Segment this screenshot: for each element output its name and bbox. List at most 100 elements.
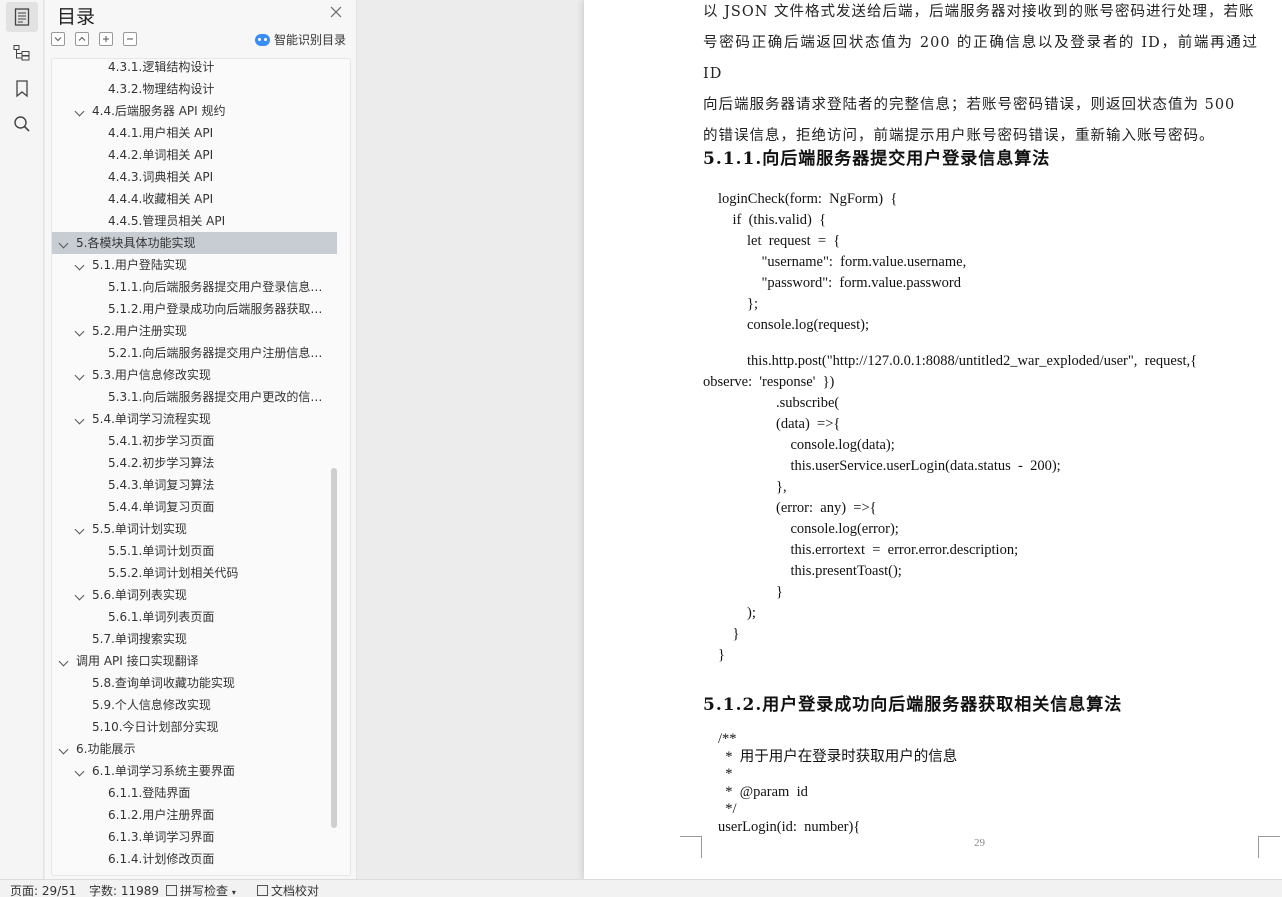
expand-all-icon[interactable] [99, 32, 113, 46]
chevron-down-icon[interactable] [58, 656, 69, 667]
toc-item[interactable]: 6.1.1.登陆界面 [52, 782, 337, 804]
collapse-all-icon[interactable] [123, 32, 137, 46]
toc-item[interactable]: 4.4.2.单词相关 API [52, 144, 337, 166]
proofread-toggle[interactable]: 文档校对 [257, 882, 319, 897]
toc-item[interactable]: 5.9.个人信息修改实现 [52, 694, 337, 716]
code-line: * 用于用户在登录时获取用户的信息 [718, 748, 958, 765]
chevron-down-icon: ▾ [231, 888, 236, 897]
toc-item[interactable]: 6.1.2.用户注册界面 [52, 804, 337, 826]
code-line: if (this.valid) { [718, 212, 827, 228]
chevron-down-icon[interactable] [74, 326, 85, 337]
code-line: console.log(error); [718, 520, 899, 537]
document-outline-icon[interactable] [6, 2, 38, 32]
bookmark-icon[interactable] [6, 74, 38, 104]
toc-item[interactable]: 6.1.3.单词学习界面 [52, 826, 337, 848]
code-line: */ [718, 801, 737, 817]
toc-item[interactable]: 5.1.用户登陆实现 [52, 254, 337, 276]
toc-item[interactable]: 4.4.3.词典相关 API [52, 166, 337, 188]
toc-item[interactable]: 4.3.2.物理结构设计 [52, 78, 337, 100]
toc-item[interactable]: 4.4.1.用户相关 API [52, 122, 337, 144]
toc-item[interactable]: 6.功能展示 [52, 738, 337, 760]
toc-item-label: 4.4.3.词典相关 API [108, 170, 214, 184]
toc-item[interactable]: 5.10.今日计划部分实现 [52, 716, 337, 738]
chevron-down-icon[interactable] [74, 524, 85, 535]
toc-item[interactable]: 调用 API 接口实现翻译 [52, 650, 337, 672]
page-corner-mark [1258, 836, 1280, 858]
toc-item-label: 4.3.1.逻辑结构设计 [108, 60, 215, 74]
close-icon[interactable] [328, 4, 344, 20]
collapse-down-icon[interactable] [51, 32, 65, 46]
code-line: loginCheck(form: NgForm) { [718, 191, 898, 207]
toc-item[interactable]: 5.5.1.单词计划页面 [52, 540, 337, 562]
code-line: userLogin(id: number){ [718, 818, 861, 835]
toc-item-label: 5.5.2.单词计划相关代码 [108, 566, 239, 580]
chevron-down-icon[interactable] [58, 744, 69, 755]
toc-item[interactable]: 4.3.1.逻辑结构设计 [52, 59, 337, 78]
toc-item-label: 5.5.1.单词计划页面 [108, 544, 215, 558]
toc-list: 4.3.1.逻辑结构设计 4.3.2.物理结构设计 4.4.后端服务器 API 规约… [52, 59, 337, 870]
toc-item[interactable]: 5.4.单词学习流程实现 [52, 408, 337, 430]
toc-item[interactable]: 5.8.查询单词收藏功能实现 [52, 672, 337, 694]
word-count[interactable]: 字数: 11989 [89, 882, 159, 897]
section-heading: 5.1.1.向后端服务器提交用户登录信息算法 [703, 149, 1051, 169]
toc-item[interactable]: 5.1.1.向后端服务器提交用户登录信息算法 [52, 276, 337, 298]
code-line: .subscribe( [718, 394, 840, 411]
toc-item[interactable]: 5.1.2.用户登录成功向后端服务器获取相关信息算法 [52, 298, 337, 320]
robot-icon [255, 33, 270, 46]
code-line: this.userService.userLogin(data.status -… [718, 457, 1061, 474]
toc-item-label: 4.3.2.物理结构设计 [108, 82, 215, 96]
toc-item-label: 6.1.1.登陆界面 [108, 786, 191, 800]
chevron-down-icon[interactable] [74, 590, 85, 601]
toc-item[interactable]: 4.4.5.管理员相关 API [52, 210, 337, 232]
toc-item[interactable]: 5.4.1.初步学习页面 [52, 430, 337, 452]
code-block: loginCheck(form: NgForm) { if (this.vali… [703, 189, 1198, 666]
toc-item[interactable]: 6.1.单词学习系统主要界面 [52, 760, 337, 782]
toc-item[interactable]: 5.3.用户信息修改实现 [52, 364, 337, 386]
code-line: "password": form.value.password [718, 275, 962, 291]
search-icon[interactable] [6, 109, 38, 139]
toc-item[interactable]: 5.6.1.单词列表页面 [52, 606, 337, 628]
code-line: ); [718, 604, 756, 621]
collapse-up-icon[interactable] [75, 32, 89, 46]
toc-item[interactable]: 4.4.4.收藏相关 API [52, 188, 337, 210]
chevron-down-icon[interactable] [58, 238, 69, 249]
toc-item[interactable]: 5.4.4.单词复习页面 [52, 496, 337, 518]
spell-check-toggle[interactable]: 拼写检查 ▾ [166, 882, 236, 897]
toc-item-label: 5.10.今日计划部分实现 [92, 720, 219, 734]
toc-item[interactable]: 5.5.单词计划实现 [52, 518, 337, 540]
toc-item[interactable]: 5.7.单词搜索实现 [52, 628, 337, 650]
document-page: 以 JSON 文件格式发送给后端，后端服务器对接收到的账号密码进行处理，若账 号… [584, 0, 1282, 879]
toc-item[interactable]: 5.3.1.向后端服务器提交用户更改的信息算法 [52, 386, 337, 408]
toc-item-label: 5.1.1.向后端服务器提交用户登录信息算法 [108, 280, 335, 294]
tree-outline-icon[interactable] [6, 38, 38, 68]
toc-item[interactable]: 5.4.3.单词复习算法 [52, 474, 337, 496]
code-line: this.http.post("http://127.0.0.1:8088/un… [718, 352, 1198, 369]
toc-item[interactable]: 5.4.2.初步学习算法 [52, 452, 337, 474]
chevron-down-icon[interactable] [74, 766, 85, 777]
toc-item-label: 5.4.2.初步学习算法 [108, 456, 215, 470]
chevron-down-icon[interactable] [74, 370, 85, 381]
toc-item[interactable]: 4.4.后端服务器 API 规约 [52, 100, 337, 122]
toc-item-label: 6.1.3.单词学习界面 [108, 830, 215, 844]
smart-toc-button[interactable]: 智能识别目录 [255, 31, 346, 48]
chevron-down-icon[interactable] [74, 414, 85, 425]
toc-item-label: 5.7.单词搜索实现 [92, 632, 187, 646]
toc-item-label: 6.1.4.计划修改页面 [108, 852, 215, 866]
status-bar: 页面: 29/51 字数: 11989 拼写检查 ▾ 文档校对 [0, 879, 1282, 897]
toc-title: 目录 [57, 6, 96, 28]
toc-item-label: 5.9.个人信息修改实现 [92, 698, 211, 712]
toc-item[interactable]: 5.6.单词列表实现 [52, 584, 337, 606]
toc-item[interactable]: 5.各模块具体功能实现 [52, 232, 337, 254]
toc-item[interactable]: 5.5.2.单词计划相关代码 [52, 562, 337, 584]
chevron-down-icon[interactable] [74, 106, 85, 117]
chevron-down-icon[interactable] [74, 260, 85, 271]
code-line: (error: any) =>{ [718, 499, 877, 516]
toc-item-label: 4.4.4.收藏相关 API [108, 192, 214, 206]
page-counter[interactable]: 页面: 29/51 [10, 882, 76, 897]
toc-item[interactable]: 6.1.4.计划修改页面 [52, 848, 337, 870]
code-line: } [718, 583, 783, 600]
toc-item[interactable]: 5.2.1.向后端服务器提交用户注册信息算法 [52, 342, 337, 364]
toc-item[interactable]: 5.2.用户注册实现 [52, 320, 337, 342]
toc-scrollbar[interactable] [331, 468, 337, 828]
